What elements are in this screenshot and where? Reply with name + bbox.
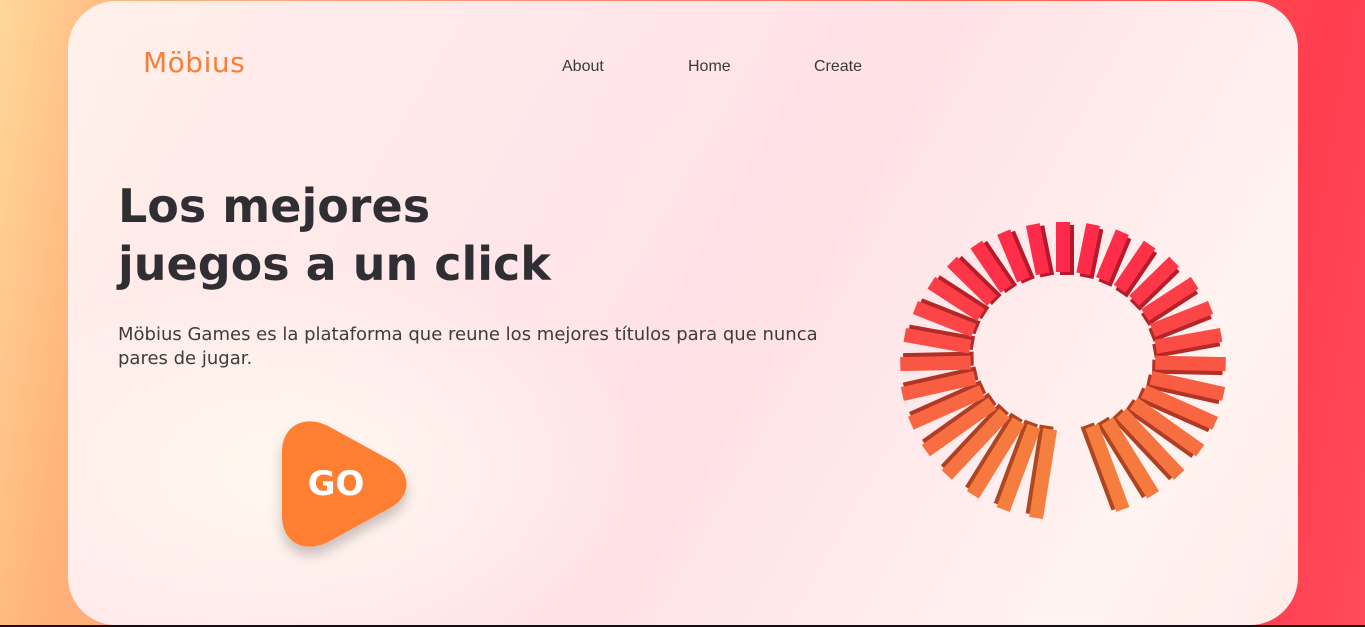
hero-title-line-2: juegos a un click [118,237,551,291]
domino-piece [1056,222,1074,275]
domino-piece [1152,355,1226,376]
main-card: Möbius About Home Create Los mejores jue… [68,1,1298,625]
brand-logo[interactable]: Möbius [143,46,245,79]
nav-home[interactable]: Home [688,58,731,76]
nav-create[interactable]: Create [814,58,862,76]
domino-spiral-illustration [900,222,1226,520]
hero-title-line-1: Los mejores [118,179,431,233]
go-button[interactable]: GO [278,418,410,552]
domino-piece [900,351,974,372]
hero-title: Los mejores juegos a un click [118,177,551,293]
hero-subtitle: Möbius Games es la plataforma que reune … [118,324,818,369]
nav-about[interactable]: About [562,58,604,76]
go-button-label: GO [307,464,365,504]
